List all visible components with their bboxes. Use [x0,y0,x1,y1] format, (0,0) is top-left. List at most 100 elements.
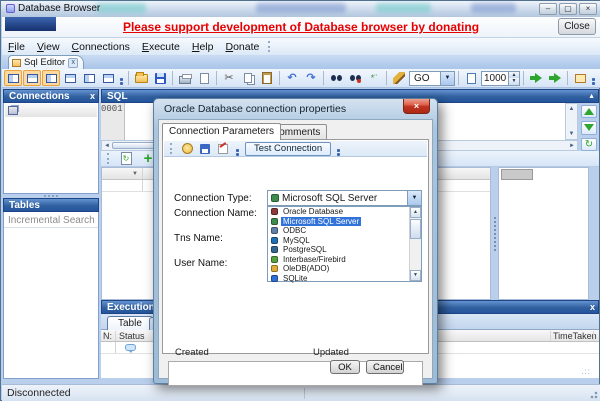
result-pane[interactable] [498,167,589,300]
menu-item[interactable]: Donate [219,40,265,54]
created-column[interactable]: Created [175,347,209,358]
redo-button[interactable]: ↷ [302,70,320,86]
test-connection-button[interactable]: Test Connection [245,141,332,156]
filter-arrow-icon[interactable]: ▼ [132,171,138,177]
paste-button[interactable] [258,70,276,86]
scroll-down-icon[interactable]: ▼ [410,270,421,281]
dropdown-scrollbar[interactable]: ▲ ▼ [409,207,421,281]
menu-item[interactable]: File [2,40,31,54]
connections-list[interactable] [3,103,99,194]
chevron-down-icon[interactable]: ▼ [407,191,421,205]
minimize-button[interactable]: – [539,3,557,15]
copy-button[interactable] [239,70,257,86]
connection-type-label: Connection Type: [174,193,252,204]
toolbar-overflow[interactable] [118,71,125,85]
menu-item[interactable]: Help [186,40,220,54]
open-file-button[interactable] [132,70,150,86]
menu-item[interactable]: Execute [136,40,186,54]
go-value: GO [414,72,430,84]
dialog-toolbar: Test Connection [164,141,427,157]
refresh-params-button[interactable]: ↻ [117,151,135,167]
print-preview-button[interactable] [195,70,213,86]
connection-item[interactable] [5,104,97,117]
scroll-right-icon[interactable]: ► [569,143,577,149]
incremental-search-input[interactable]: Incremental Search [8,215,95,226]
column-status[interactable]: Status [119,331,145,341]
move-up-button[interactable] [581,105,597,119]
tab-sql-editor[interactable]: Sql Editor x [8,55,84,69]
resize-grip[interactable] [588,389,598,399]
db-type-option[interactable]: Microsoft SQL Server [268,216,421,227]
result-window-button[interactable] [462,70,480,86]
collapse-up-icon[interactable]: ▲ [588,91,595,102]
find-button[interactable] [327,70,345,86]
menu-item[interactable]: View [31,40,66,54]
layout-button-1[interactable] [61,70,79,86]
find-next-button[interactable] [346,70,364,86]
toggle-connections-panel-button[interactable] [4,70,22,86]
donation-link[interactable]: Please support development of Database b… [2,20,600,34]
layout-button-2[interactable] [80,70,98,86]
cut-button[interactable]: ✂ [220,70,238,86]
execute-button[interactable] [527,70,545,86]
message-bubble-icon [125,344,136,353]
ok-button[interactable]: OK [330,360,360,374]
scroll-down-icon[interactable]: ▼ [569,129,575,139]
scroll-up-icon[interactable]: ▲ [410,207,421,218]
db-type-icon [271,217,278,225]
db-type-option[interactable]: Interbase/Firebird [268,255,421,265]
scrollbar-thumb[interactable] [410,219,421,239]
dialog-close-button[interactable]: × [403,99,430,114]
maximize-button[interactable]: ▢ [559,3,577,15]
close-icon[interactable]: x [590,302,595,313]
db-type-option[interactable]: MySQL [268,236,421,246]
toolbar-overflow[interactable] [234,142,241,156]
layout-button-3[interactable] [99,70,117,86]
chevron-down-icon[interactable]: ▼ [440,71,454,85]
db-type-dropdown-list[interactable]: Oracle Database Microsoft SQL Server ODB… [267,206,422,284]
tab-table[interactable]: Table [107,316,153,330]
tab-connection-parameters[interactable]: Connection Parameters [162,123,282,140]
refresh-button[interactable]: ↻ [581,137,597,151]
column-n[interactable]: N: [103,331,112,341]
tables-list[interactable]: Incremental Search [3,212,99,379]
db-type-option[interactable]: PostgreSQL [268,245,421,255]
editor-options-button[interactable] [571,70,589,86]
go-combobox[interactable]: GO ▼ [409,70,455,86]
edit-connection-icon[interactable] [216,142,230,155]
cancel-button[interactable]: Cancel [366,360,404,374]
tab-close-icon[interactable]: x [68,57,79,68]
scroll-left-icon[interactable]: ◄ [102,143,110,149]
connection-type-combobox[interactable]: Microsoft SQL Server ▼ [267,190,422,206]
db-type-option[interactable]: Oracle Database [268,207,421,217]
pane-splitter[interactable] [491,167,498,300]
column-timetaken[interactable]: TimeTaken [553,331,597,341]
row-limit-value[interactable]: 1000 [482,72,508,85]
menu-item[interactable]: Connections [66,40,136,54]
toggle-log-panel-button[interactable] [42,70,60,86]
banner-close-button[interactable]: Close [558,18,596,35]
toolbar-overflow[interactable] [590,71,597,85]
save-connection-icon[interactable] [198,142,212,155]
db-type-option[interactable]: OleDB(ADO) [268,264,421,274]
separator [128,71,129,85]
execute-script-button[interactable] [546,70,564,86]
spinner-arrows[interactable]: ▲ ▼ [508,71,519,85]
print-button[interactable] [176,70,194,86]
clear-button[interactable] [390,70,408,86]
sql-vertical-scrollbar[interactable]: ▲ ▼ [565,103,578,140]
move-down-button[interactable] [581,121,597,135]
close-window-button[interactable]: × [579,3,597,15]
db-type-option[interactable]: ODBC [268,226,421,236]
close-icon[interactable]: x [90,91,95,102]
toolbar-overflow[interactable] [335,142,342,156]
updated-column[interactable]: Updated [313,347,349,358]
db-type-option[interactable]: SQLite [268,274,421,284]
toggle-tables-panel-button[interactable] [23,70,41,86]
find-options-button[interactable]: *¨ [365,70,383,86]
undo-button[interactable]: ↶ [283,70,301,86]
save-file-button[interactable] [151,70,169,86]
scroll-up-icon[interactable]: ▲ [569,104,575,114]
add-connection-icon[interactable] [180,142,194,155]
row-limit-spinner[interactable]: 1000 ▲ ▼ [481,70,520,86]
